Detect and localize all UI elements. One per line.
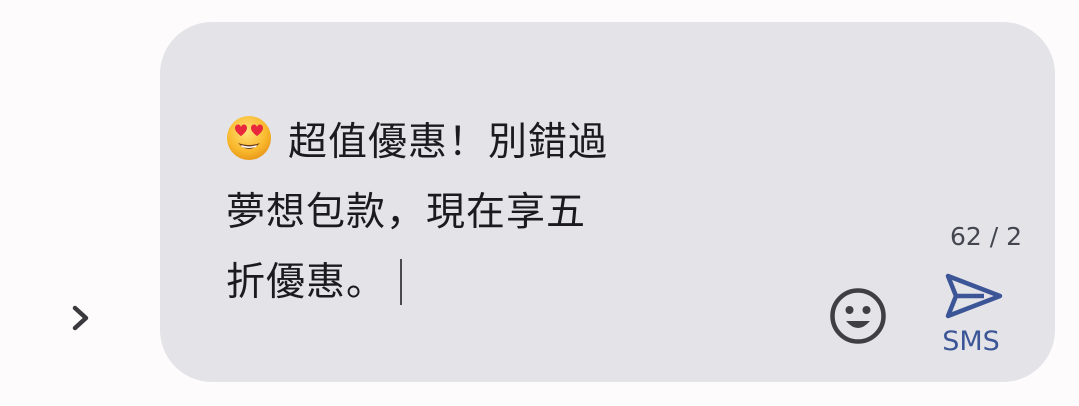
- chevron-right-icon: [72, 305, 89, 331]
- send-arrow-icon: [945, 273, 1003, 319]
- message-compose-box[interactable]: 超值優惠！別錯過 夢想包款，現在享五 折優惠。 62 / 2 SMS: [160, 22, 1055, 382]
- message-line-1: 超值優惠！別錯過: [288, 120, 609, 165]
- send-sms-button[interactable]: SMS: [930, 270, 1020, 362]
- character-counter: 62 / 2: [950, 222, 1023, 251]
- emoji-picker-button[interactable]: [826, 284, 890, 348]
- send-label: SMS: [942, 326, 1000, 357]
- heart-eyes-emoji-icon: [227, 116, 271, 160]
- text-cursor: [400, 259, 403, 305]
- expand-button[interactable]: [58, 296, 102, 340]
- smiley-face-icon: [830, 288, 886, 344]
- message-line-2: 夢想包款，現在享五: [226, 190, 587, 235]
- message-input[interactable]: 超值優惠！別錯過 夢想包款，現在享五 折優惠。: [226, 108, 746, 318]
- message-line-3: 折優惠。: [226, 260, 387, 305]
